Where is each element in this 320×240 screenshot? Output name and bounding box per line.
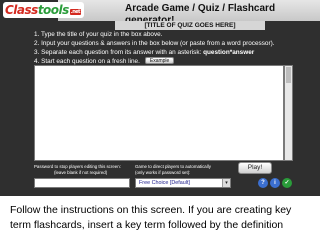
caption-text: Follow the instructions on this screen. … — [0, 197, 320, 240]
game-select[interactable]: Free Choice [Default] ▾ — [135, 178, 231, 188]
direct-game-label-line1: Game to direct players to automatically — [135, 164, 211, 169]
help-icon[interactable]: ? — [258, 178, 268, 188]
step-4-text: 4. Start each question on a fresh line. — [34, 58, 140, 65]
game-select-value: Free Choice [Default] — [139, 180, 190, 186]
header: Classtools .net Arcade Game / Quiz / Flas… — [0, 0, 320, 26]
info-icon[interactable]: i — [270, 178, 280, 188]
example-button[interactable]: Example — [144, 57, 175, 64]
step-3: 3. Separate each question from its answe… — [34, 48, 314, 57]
password-label-line1: Password to stop players editing this sc… — [34, 164, 121, 169]
flashcard-generator-window: Classtools .net Arcade Game / Quiz / Flas… — [0, 0, 320, 196]
password-label: Password to stop players editing this sc… — [34, 164, 121, 175]
step-1: 1. Type the title of your quiz in the bo… — [34, 31, 163, 38]
confirm-icon[interactable]: ✓ — [282, 178, 292, 188]
logo-part1: Class — [5, 3, 38, 17]
password-input[interactable] — [34, 178, 130, 188]
classtools-logo[interactable]: Classtools .net — [3, 2, 85, 18]
questions-textarea[interactable] — [34, 65, 284, 161]
quiz-title-input[interactable]: [TITLE OF QUIZ GOES HERE] — [115, 21, 265, 30]
chevron-down-icon[interactable]: ▾ — [222, 179, 230, 187]
direct-game-label-line2: (only works if password set): — [135, 169, 191, 175]
step-3-text: 3. Separate each question from its answe… — [34, 49, 204, 56]
logo-suffix: .net — [69, 9, 82, 15]
direct-game-label: Game to direct players to automatically … — [135, 164, 211, 175]
instructions: 1. Type the title of your quiz in the bo… — [34, 30, 314, 66]
scrollbar-thumb[interactable] — [286, 67, 291, 83]
step-3-format: question*answer — [203, 49, 255, 56]
step-2: 2. Input your questions & answers in the… — [34, 40, 275, 47]
password-label-line2: (leave blank if not required) — [54, 169, 108, 175]
logo-part2: tools — [37, 3, 69, 17]
play-button[interactable]: Play! — [238, 162, 272, 174]
textarea-scrollbar[interactable] — [284, 65, 293, 161]
